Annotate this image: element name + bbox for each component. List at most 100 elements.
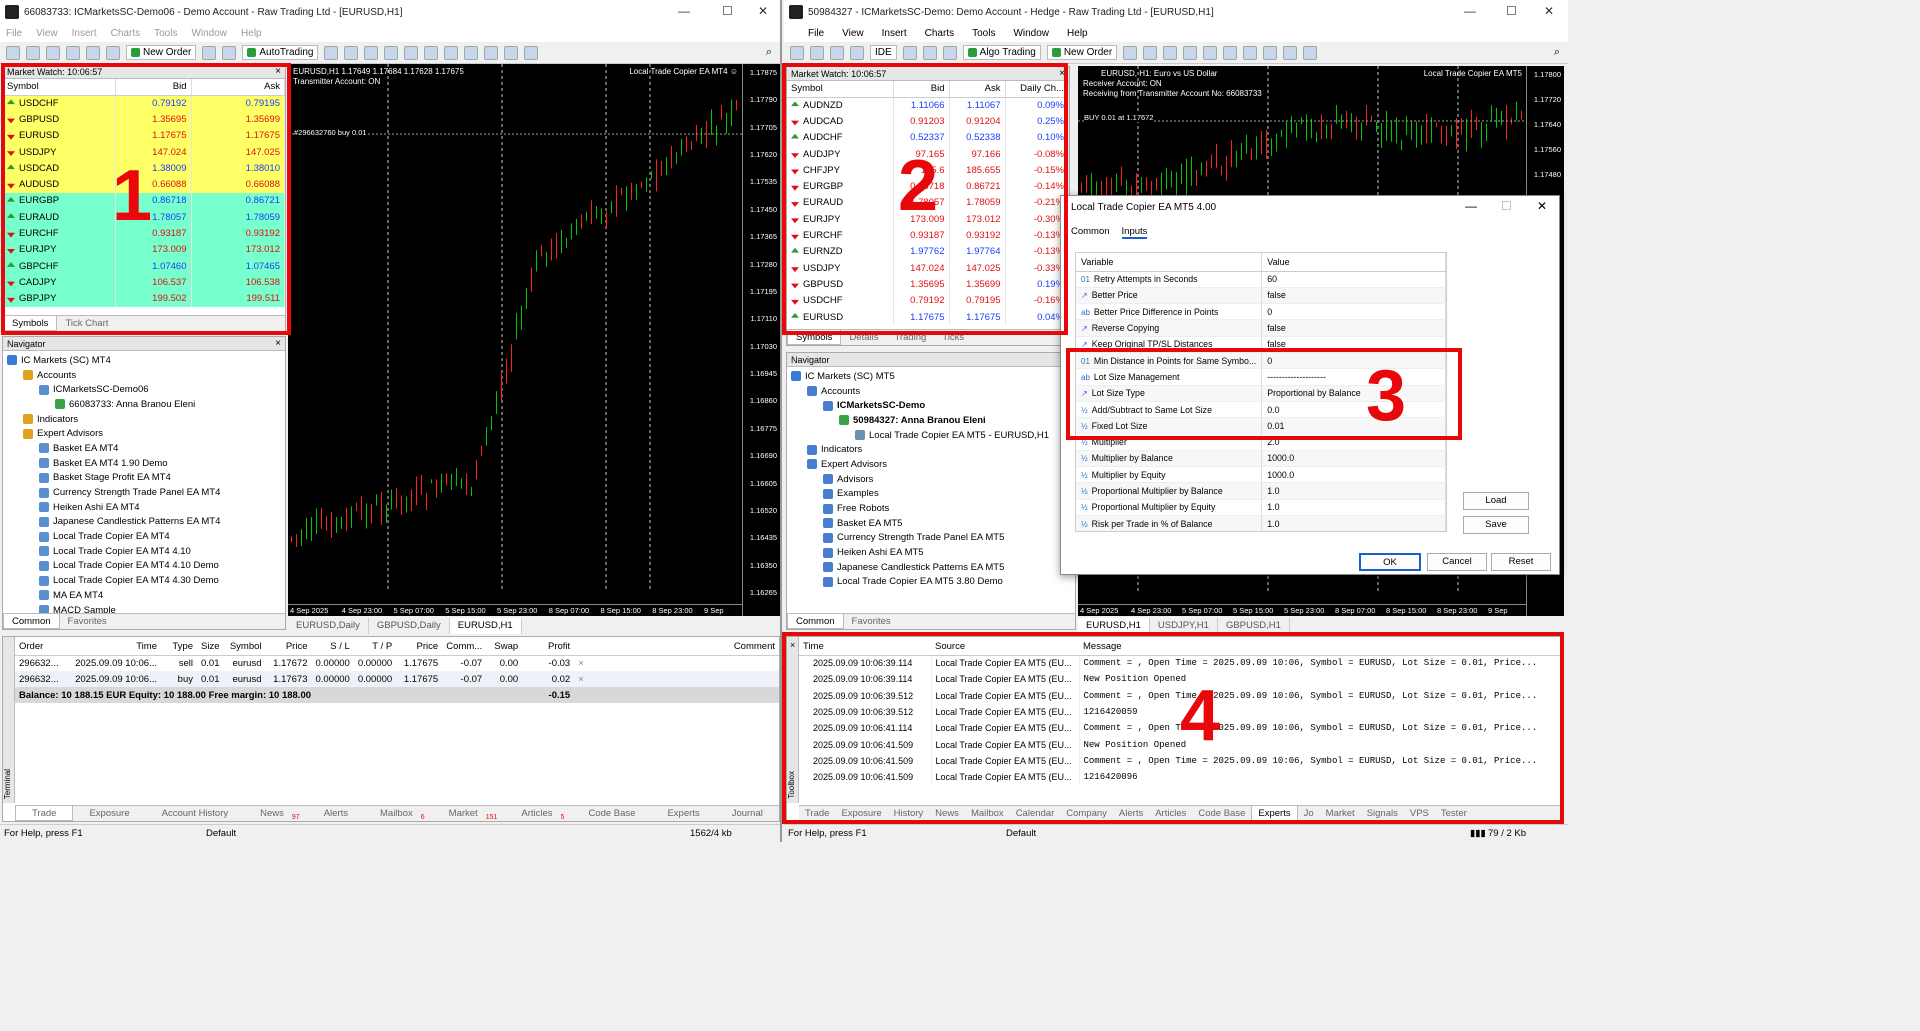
navigator-item[interactable]: Currency Strength Trade Panel EA MT5 — [791, 531, 1075, 546]
navigator-item[interactable]: Local Trade Copier EA MT4 4.30 Demo — [7, 573, 285, 588]
value-cell[interactable]: 1000.0 — [1261, 466, 1446, 484]
market-watch-row[interactable]: EURNZD 1.97762 1.97764 -0.13% — [787, 243, 1069, 260]
value-cell[interactable]: 0 — [1261, 352, 1446, 370]
tile-windows-icon[interactable] — [1223, 45, 1238, 60]
tab-symbols[interactable]: Symbols — [3, 316, 58, 331]
value-cell[interactable]: -------------------- — [1261, 368, 1446, 386]
input-row[interactable]: ab Better Price Difference in Points 0 — [1076, 303, 1446, 321]
market-watch-row[interactable]: EURJPY 173.009 173.012 — [3, 241, 285, 258]
col-price[interactable]: Price — [265, 639, 312, 656]
price-scale[interactable]: 1.17875 1.17790 1.17705 1.17620 1.17535 1.174… — [742, 64, 780, 616]
tab-calendar[interactable]: Calendar — [1010, 806, 1061, 821]
navigator-item[interactable]: IC Markets (SC) MT4 — [7, 353, 285, 368]
tab-news[interactable]: News 97 — [244, 806, 308, 821]
search-icon[interactable]: ⌕ — [1554, 46, 1560, 59]
navigator-item[interactable]: Expert Advisors — [7, 426, 285, 441]
navigator-item[interactable]: Basket Stage Profit EA MT4 — [7, 471, 285, 486]
tile-windows-icon[interactable] — [424, 45, 439, 60]
menu-view[interactable]: View — [842, 28, 864, 39]
market-watch-row[interactable]: USDCHF 0.79192 0.79195 -0.16% — [787, 292, 1069, 309]
navigator-item[interactable]: ICMarketsSC-Demo — [791, 398, 1075, 413]
close-icon[interactable]: ✕ — [1544, 4, 1554, 18]
navigator-item[interactable]: Expert Advisors — [791, 457, 1075, 472]
reset-button[interactable]: Reset — [1491, 553, 1551, 571]
close-icon[interactable]: × — [1059, 67, 1065, 81]
new-order-button[interactable]: New Order — [1046, 45, 1118, 60]
algo-trading-button[interactable]: Algo Trading — [962, 45, 1041, 60]
col-symbol[interactable]: Symbol — [787, 81, 894, 98]
minimize-icon[interactable]: — — [1465, 199, 1477, 213]
tab-trade[interactable]: Trade — [15, 806, 74, 821]
navigator-item[interactable]: MA EA MT4 — [7, 588, 285, 603]
navigator-item[interactable]: Basket EA MT4 1.90 Demo — [7, 456, 285, 471]
cloud-icon[interactable] — [922, 45, 937, 60]
tab-inputs[interactable]: Inputs — [1121, 226, 1148, 239]
ide-button[interactable]: IDE — [870, 45, 897, 60]
navigator-item[interactable]: Advisors — [791, 472, 1075, 487]
value-cell[interactable]: 0.01 — [1261, 417, 1446, 435]
ok-button[interactable]: OK — [1359, 553, 1421, 571]
close-position-icon[interactable]: × — [574, 671, 779, 687]
col-time[interactable]: Time — [799, 639, 931, 656]
menu-tools[interactable]: Tools — [154, 28, 177, 39]
navigator-item[interactable]: Basket EA MT4 — [7, 441, 285, 456]
table-row[interactable]: 296632... 2025.09.09 10:06... sell 0.01 euru… — [15, 655, 779, 671]
tab-gbpusd-h1[interactable]: GBPUSD,H1 — [1218, 618, 1290, 634]
tab-company[interactable]: Company — [1060, 806, 1113, 821]
screenshot-icon[interactable] — [1303, 45, 1318, 60]
value-cell[interactable]: 1.0 — [1261, 515, 1446, 531]
tab-eurusd-h1[interactable]: EURUSD,H1 — [1078, 618, 1150, 634]
value-cell[interactable]: 0 — [1261, 303, 1446, 321]
tab-exposure[interactable]: Exposure — [835, 806, 887, 821]
tab-news[interactable]: News — [929, 806, 965, 821]
market-watch-row[interactable]: GBPUSD 1.35695 1.35699 — [3, 111, 285, 128]
vps-icon[interactable] — [942, 45, 957, 60]
navigator-item[interactable]: Local Trade Copier EA MT5 - EURUSD,H1 — [791, 428, 1075, 443]
navigator-item[interactable]: Heiken Ashi EA MT5 — [791, 545, 1075, 560]
menu-insert[interactable]: Insert — [882, 28, 907, 39]
value-cell[interactable]: false — [1261, 319, 1446, 337]
market-watch-icon[interactable] — [46, 45, 60, 60]
time-scale[interactable]: 4 Sep 2025 4 Sep 23:00 5 Sep 07:00 5 Sep 15… — [1078, 604, 1526, 616]
chart-shift-icon[interactable] — [1263, 45, 1278, 60]
col-ask[interactable]: Ask — [949, 81, 1006, 98]
tab-ticks[interactable]: Ticks — [934, 330, 972, 345]
tab-code-base[interactable]: Code Base — [1192, 806, 1251, 821]
menu-window[interactable]: Window — [191, 28, 227, 39]
minimize-icon[interactable]: — — [678, 4, 690, 18]
col-size[interactable]: Size — [197, 639, 224, 656]
zoom-out-icon[interactable] — [404, 45, 419, 60]
col-symbol[interactable]: Symbol — [223, 639, 266, 656]
navigator-item[interactable]: 66083733: Anna Branou Eleni — [7, 397, 285, 412]
menu-charts[interactable]: Charts — [111, 28, 140, 39]
cancel-button[interactable]: Cancel — [1427, 553, 1487, 571]
market-watch-row[interactable]: EURUSD 1.17675 1.17675 0.04% — [787, 308, 1069, 326]
col-price[interactable]: Price — [396, 639, 443, 656]
navigator-item[interactable]: ICMarketsSC-Demo06 — [7, 382, 285, 397]
market-watch-row[interactable]: GBPCHF 1.07460 1.07465 — [3, 257, 285, 275]
input-row[interactable]: ½ Multiplier by Equity 1000.0 — [1076, 466, 1446, 484]
market-watch-row[interactable]: USDCHF 0.79192 0.79195 — [3, 95, 285, 112]
tab-trading[interactable]: Trading — [886, 330, 934, 345]
value-cell[interactable]: 1.0 — [1261, 482, 1446, 500]
menu-tools[interactable]: Tools — [972, 28, 995, 39]
market-watch-row[interactable]: AUDCAD 0.91203 0.91204 0.25% — [787, 113, 1069, 130]
market-watch-row[interactable]: CADJPY 106.537 106.538 — [3, 274, 285, 291]
tab-account-history[interactable]: Account History — [146, 806, 245, 821]
tab-articles[interactable]: Articles 5 — [505, 806, 572, 821]
signals-icon[interactable] — [222, 45, 237, 60]
tab-alerts[interactable]: Alerts — [1113, 806, 1149, 821]
market-watch-row[interactable]: AUDCHF 0.52337 0.52338 0.10% — [787, 129, 1069, 146]
col-order[interactable]: Order — [15, 639, 71, 656]
tab-experts[interactable]: Experts — [1251, 806, 1298, 821]
tab-gbpusd-daily[interactable]: GBPUSD,Daily — [369, 618, 450, 634]
chart-shift-icon[interactable] — [464, 45, 479, 60]
order-line-label[interactable]: BUY 0.01 at 1.17672 — [1084, 113, 1154, 122]
input-row[interactable]: ½ Multiplier 2.0 — [1076, 433, 1446, 451]
new-order-button[interactable]: New Order — [126, 45, 197, 60]
tab-tick-chart[interactable]: Tick Chart — [57, 316, 116, 331]
col-symbol[interactable]: Symbol — [3, 79, 116, 96]
tab-history[interactable]: History — [888, 806, 930, 821]
tab-experts[interactable]: Experts — [651, 806, 715, 821]
input-row[interactable]: ½ Proportional Multiplier by Balance 1.0 — [1076, 482, 1446, 500]
